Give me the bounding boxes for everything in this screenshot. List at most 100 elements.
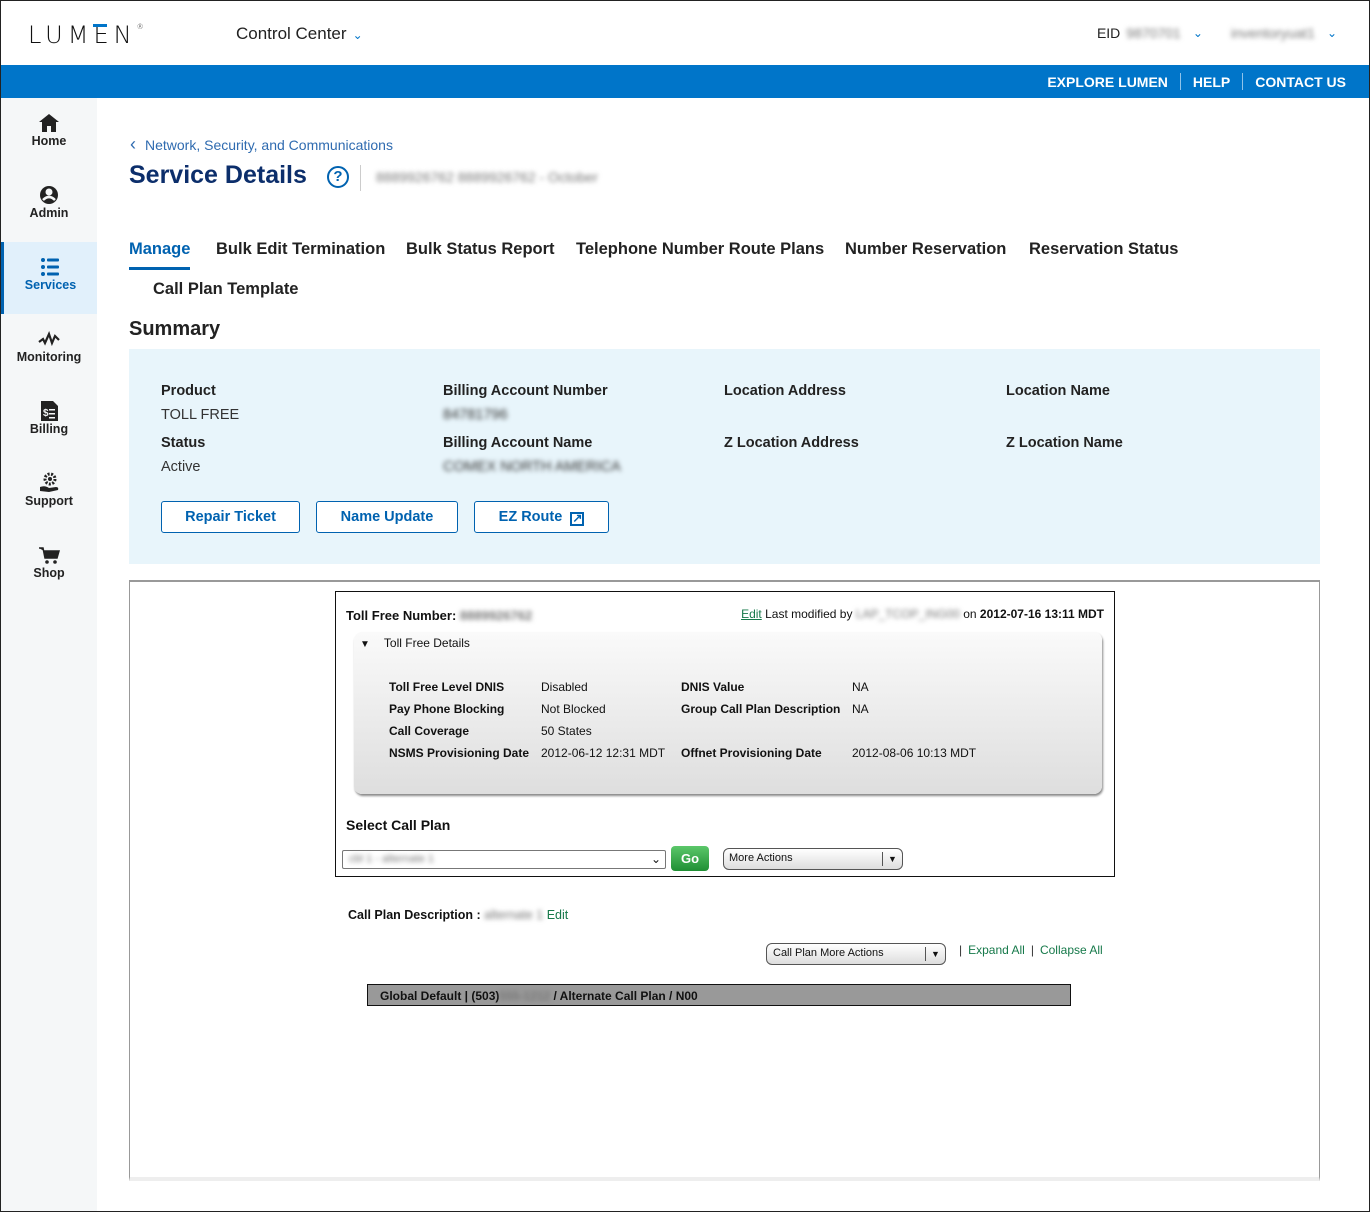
expand-collapse-controls: | Expand All | Collapse All xyxy=(953,943,1103,957)
go-button[interactable]: Go xyxy=(671,846,709,871)
invoice-icon: $ xyxy=(41,401,58,421)
detail-value: NA xyxy=(852,680,869,694)
detail-value: NA xyxy=(852,702,869,716)
expand-all-link[interactable]: Expand All xyxy=(968,943,1025,957)
more-actions-dropdown[interactable]: More Actions ▼ xyxy=(723,848,903,870)
pulse-icon xyxy=(38,330,60,347)
sidebar-item-label: Admin xyxy=(29,206,69,220)
tab-manage[interactable]: Manage xyxy=(129,240,191,270)
registered-mark: ® xyxy=(136,23,144,31)
toll-free-details-panel: ▼ Toll Free Details Toll Free Level DNIS … xyxy=(354,632,1102,794)
status-value: Active xyxy=(161,459,201,475)
toll-free-details-title: Toll Free Details xyxy=(383,636,470,650)
summary-panel: Product TOLL FREE Status Active Billing … xyxy=(129,349,1320,564)
eid-value[interactable]: 9870701 xyxy=(1126,25,1181,41)
sidebar-item-services[interactable]: Services xyxy=(1,242,97,314)
toll-free-number: Toll Free Number: 8889926762 xyxy=(346,608,532,623)
sidebar-item-label: Support xyxy=(25,494,73,508)
sidebar-item-label: Shop xyxy=(33,566,65,580)
location-name-label: Location Name xyxy=(1006,383,1110,399)
tab-bulk-status-report[interactable]: Bulk Status Report xyxy=(406,240,555,259)
sidebar-item-home[interactable]: Home xyxy=(1,98,97,170)
call-plan-description: Call Plan Description : alternate 1 Edit xyxy=(348,908,568,922)
sidebar-item-shop[interactable]: Shop xyxy=(1,530,97,602)
detail-label: Group Call Plan Description xyxy=(681,702,841,716)
detail-value: 50 States xyxy=(541,724,592,738)
tab-call-plan-template[interactable]: Call Plan Template xyxy=(153,280,299,299)
caret-down-icon: ▼ xyxy=(925,947,945,961)
toll-free-number-label: Toll Free Number: xyxy=(346,608,457,623)
contact-us-link[interactable]: CONTACT US xyxy=(1255,74,1346,90)
tab-number-reservation[interactable]: Number Reservation xyxy=(845,240,1006,259)
divider: | xyxy=(1030,943,1034,957)
chevron-down-icon[interactable]: ⌄ xyxy=(1327,26,1337,40)
collapse-all-link[interactable]: Collapse All xyxy=(1040,943,1103,957)
detail-value: Disabled xyxy=(541,680,588,694)
edit-toll-free-link[interactable]: Edit xyxy=(741,607,762,621)
utility-nav: EXPLORE LUMEN HELP CONTACT US xyxy=(1,65,1369,98)
call-plan-more-actions-dropdown[interactable]: Call Plan More Actions ▼ xyxy=(766,943,946,965)
toll-free-details-toggle[interactable]: ▼ Toll Free Details xyxy=(360,636,484,650)
chevron-down-icon: ⌄ xyxy=(352,28,363,42)
divider xyxy=(1242,73,1244,90)
name-update-button[interactable]: Name Update xyxy=(316,501,458,533)
sidebar-item-admin[interactable]: Admin xyxy=(1,170,97,242)
sidebar-item-label: Home xyxy=(31,134,67,148)
tab-telephone-number-route-plans[interactable]: Telephone Number Route Plans xyxy=(576,240,824,259)
tab-reservation-status[interactable]: Reservation Status xyxy=(1029,240,1178,259)
service-identifier: 8889926762 8889926762 - October xyxy=(376,169,598,185)
cart-icon xyxy=(39,547,60,564)
z-location-name-label: Z Location Name xyxy=(1006,435,1123,451)
billing-account-number-value: 84781796 xyxy=(443,407,508,423)
more-actions-label: More Actions xyxy=(729,852,793,864)
call-plan-select-value: cbl 1 - alternate 1 xyxy=(349,853,434,865)
app-switcher[interactable]: Control Center ⌄ xyxy=(236,24,363,44)
sidebar-item-billing[interactable]: $ Billing xyxy=(1,386,97,458)
sidebar-item-monitoring[interactable]: Monitoring xyxy=(1,314,97,386)
summary-heading: Summary xyxy=(129,318,221,340)
explore-lumen-link[interactable]: EXPLORE LUMEN xyxy=(1047,74,1168,90)
billing-account-name-value: COMEX NORTH AMERICA xyxy=(443,459,621,475)
home-icon xyxy=(39,114,59,132)
support-hand-gear-icon xyxy=(40,472,59,492)
detail-value: 2012-08-06 10:13 MDT xyxy=(852,746,977,760)
detail-label: DNIS Value xyxy=(681,680,745,694)
edit-call-plan-description-link[interactable]: Edit xyxy=(547,908,569,922)
detail-value: 2012-06-12 12:31 MDT xyxy=(541,746,666,760)
top-header: LUMEN® Control Center ⌄ EID 9870701 ⌄ inv… xyxy=(1,1,1369,65)
sidebar-item-label: Billing xyxy=(29,422,69,436)
lumen-logo[interactable]: LUMEN® xyxy=(28,21,144,49)
call-plan-description-value: alternate 1 xyxy=(484,908,544,922)
embedded-call-plan-frame: Toll Free Number: 8889926762 Edit Last m… xyxy=(129,580,1320,1181)
tab-bulk-edit-termination[interactable]: Bulk Edit Termination xyxy=(216,240,385,259)
caret-down-icon: ▼ xyxy=(882,852,902,866)
external-link-icon: ↗ xyxy=(570,511,585,526)
call-plan-description-label: Call Plan Description : xyxy=(348,908,481,922)
chevron-down-icon: ⌄ xyxy=(650,852,661,866)
divider xyxy=(1179,73,1181,90)
user-menu[interactable]: inventoryuat1 xyxy=(1231,25,1315,41)
repair-ticket-button[interactable]: Repair Ticket xyxy=(161,501,300,533)
call-plan-tree-row[interactable]: Global Default | (503)555-1212 / Alterna… xyxy=(367,984,1071,1006)
breadcrumb-link[interactable]: Network, Security, and Communications xyxy=(145,137,393,153)
app-switcher-label: Control Center xyxy=(236,24,347,43)
ez-route-button[interactable]: EZ Route ↗ xyxy=(474,501,609,533)
detail-label: Pay Phone Blocking xyxy=(389,702,505,716)
breadcrumb[interactable]: ‹ Network, Security, and Communications xyxy=(130,135,393,153)
help-circle-icon[interactable]: ? xyxy=(327,166,349,188)
detail-value: Not Blocked xyxy=(541,702,606,716)
product-label: Product xyxy=(161,383,216,399)
svg-text:$: $ xyxy=(43,408,49,419)
sidebar-item-support[interactable]: Support xyxy=(1,458,97,530)
location-address-label: Location Address xyxy=(724,383,846,399)
chevron-down-icon[interactable]: ⌄ xyxy=(1193,26,1203,40)
call-plan-select[interactable]: cbl 1 - alternate 1 ⌄ xyxy=(342,850,666,869)
divider xyxy=(360,165,361,191)
help-link[interactable]: HELP xyxy=(1193,74,1230,90)
billing-account-name-label: Billing Account Name xyxy=(443,435,593,451)
toll-free-number-value: 8889926762 xyxy=(459,608,533,623)
toll-free-box: Toll Free Number: 8889926762 Edit Last m… xyxy=(335,591,1115,877)
sidebar-item-label: Services xyxy=(24,278,77,292)
page-title: Service Details xyxy=(129,161,307,189)
sidebar-item-label: Monitoring xyxy=(16,350,82,364)
